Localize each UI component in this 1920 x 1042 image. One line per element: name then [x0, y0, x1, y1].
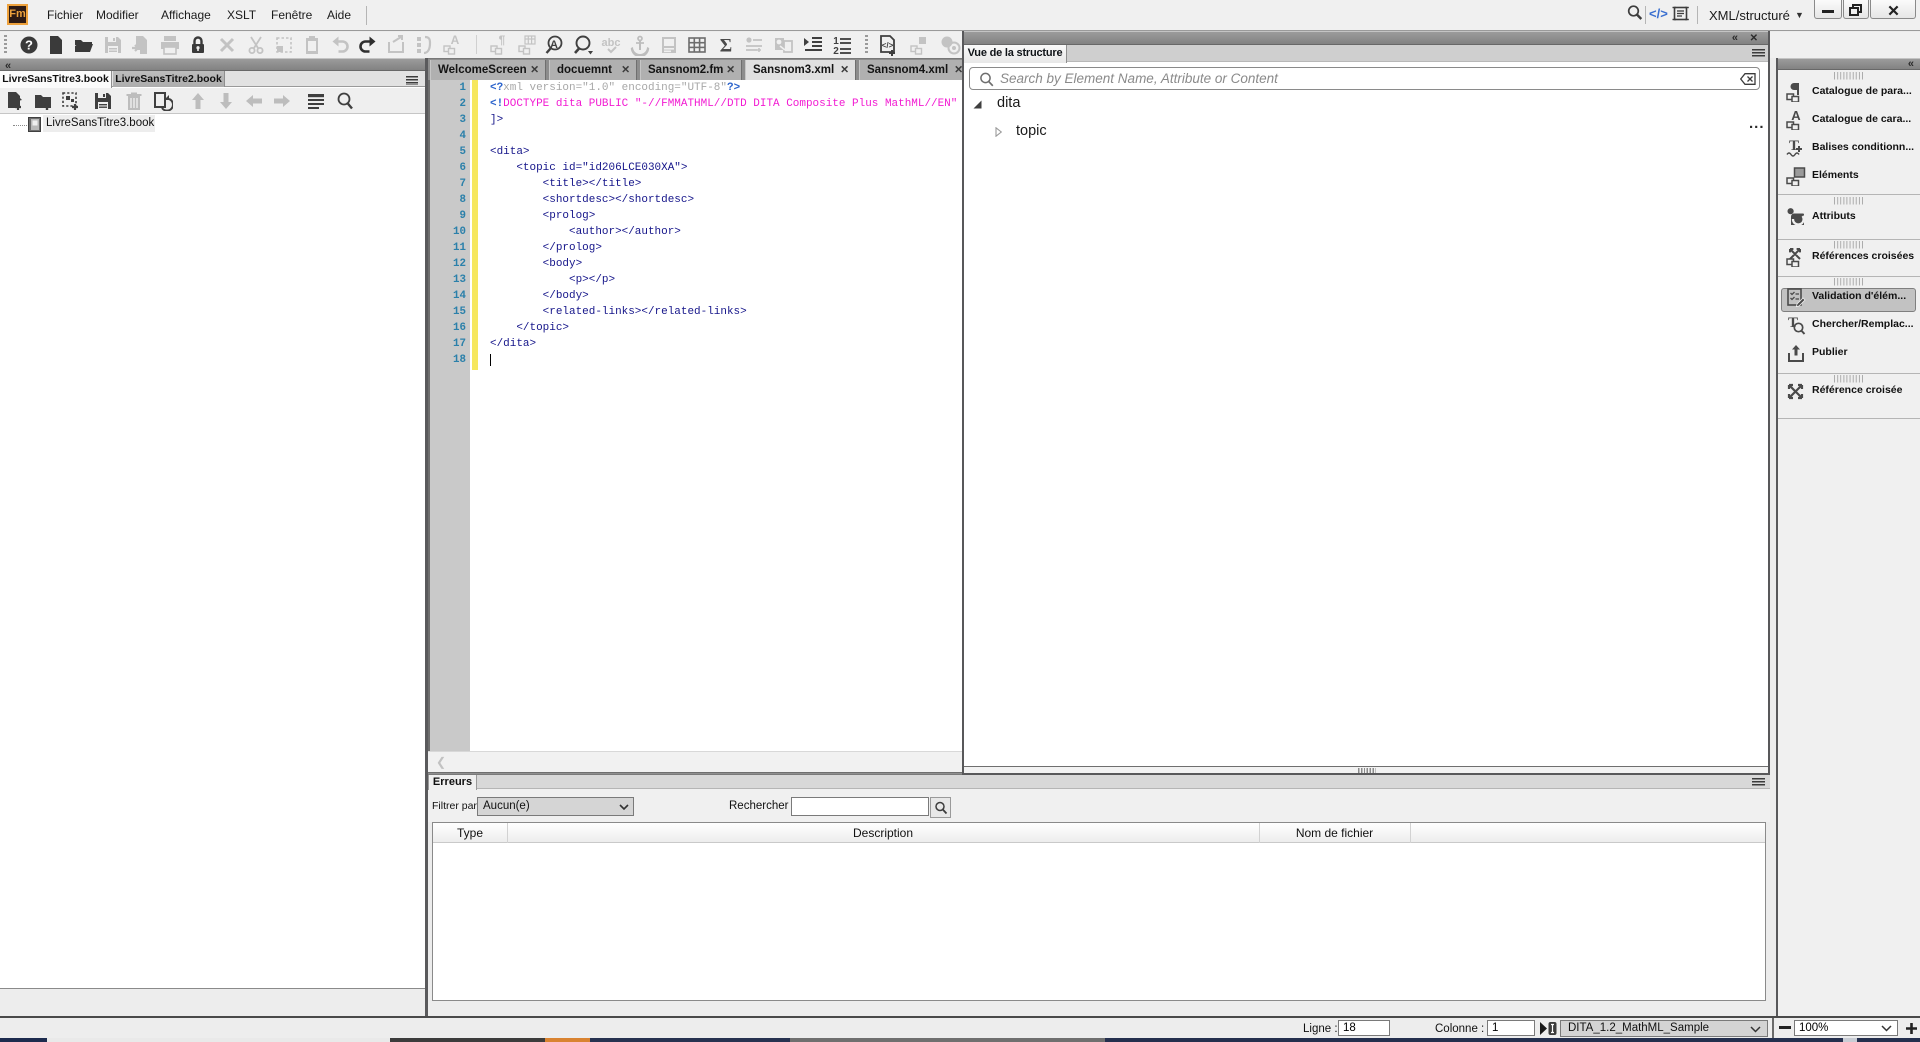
svg-text:¶: ¶ [499, 34, 506, 47]
svg-text:Σ: Σ [720, 36, 732, 57]
svg-text:2: 2 [833, 46, 839, 56]
svg-text:T: T [1789, 138, 1799, 154]
svg-text:abc: abc [602, 37, 621, 49]
svg-text:A: A [1791, 110, 1801, 123]
svg-text:A: A [451, 34, 460, 47]
svg-text:</>: </> [882, 41, 894, 50]
svg-text:?: ? [25, 38, 33, 53]
